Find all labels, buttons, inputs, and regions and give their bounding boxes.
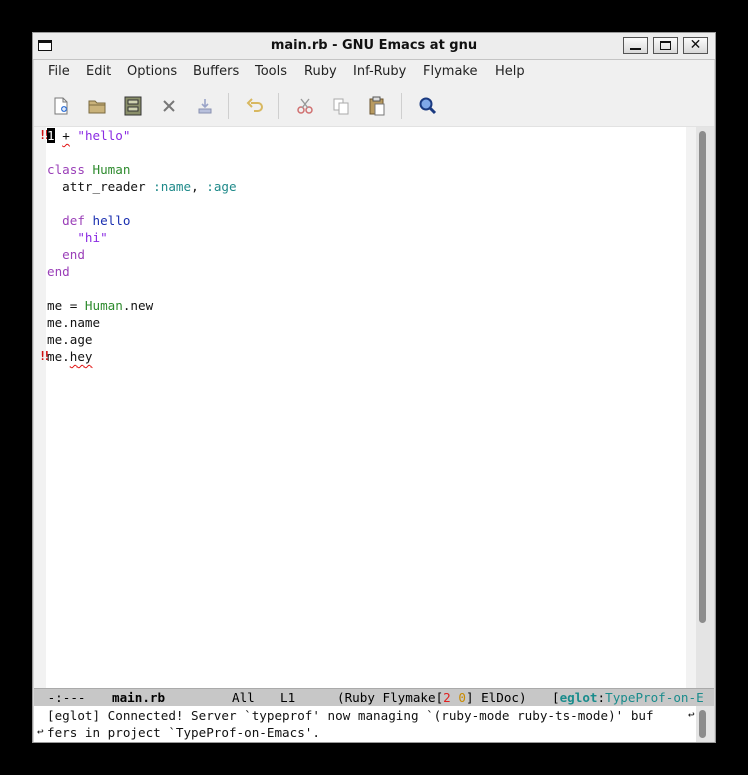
undo-icon[interactable] [245, 96, 265, 116]
window-title: main.rb - GNU Emacs at gnu [270, 38, 478, 53]
code-line: me.hey [47, 349, 93, 364]
toolbar-separator [401, 93, 402, 119]
wrap-right-icon: ↩ [688, 708, 695, 721]
paste-icon[interactable] [367, 96, 387, 116]
text-cursor: 1 [47, 128, 55, 143]
emacs-window: main.rb - GNU Emacs at gnu ✕ File Edit O… [32, 32, 716, 743]
code-line: me = Human.new [47, 298, 154, 313]
code-line: attr_reader :name, :age [47, 179, 237, 194]
menu-ruby[interactable]: Ruby [304, 64, 337, 79]
menu-help[interactable]: Help [495, 64, 525, 79]
code-line: me.age [47, 332, 93, 347]
code-line: me.name [47, 315, 101, 330]
save-as-icon[interactable] [195, 96, 215, 116]
code-line: end [47, 264, 70, 279]
editor-buffer[interactable]: !! 1 + "hello" class Human attr_reader :… [34, 127, 714, 688]
menu-bar: File Edit Options Buffers Tools Ruby Inf… [34, 60, 714, 85]
copy-icon[interactable] [331, 96, 351, 116]
menu-edit[interactable]: Edit [86, 64, 111, 79]
toolbar-separator [278, 93, 279, 119]
modeline-line-number: L1 [280, 690, 296, 705]
menu-buffers[interactable]: Buffers [193, 64, 239, 79]
scrollbar-thumb[interactable] [699, 131, 706, 623]
modeline-position: All [232, 690, 255, 705]
echo-area: [eglot] Connected! Server `typeprof' now… [34, 706, 714, 742]
code-line: end [47, 247, 85, 262]
code-line: class Human [47, 162, 131, 177]
wrap-left-icon: ↩ [37, 725, 44, 738]
code-line: def hello [47, 213, 131, 228]
new-file-icon[interactable] [51, 96, 71, 116]
toolbar-separator [228, 93, 229, 119]
maximize-button[interactable] [653, 37, 678, 54]
echo-scrollbar[interactable] [696, 706, 714, 742]
menu-tools[interactable]: Tools [255, 64, 287, 79]
cut-icon[interactable] [295, 96, 315, 116]
mode-line[interactable]: -:--- main.rb All L1 (Ruby Flymake[2 0] … [34, 688, 714, 706]
vertical-scrollbar[interactable] [696, 127, 714, 688]
modeline-modes[interactable]: (Ruby Flymake[2 0] ElDoc) [337, 689, 527, 706]
menu-flymake[interactable]: Flymake [423, 64, 477, 79]
modeline-eglot[interactable]: [eglot:TypeProf-on-E [552, 689, 704, 706]
menu-options[interactable]: Options [127, 64, 177, 79]
echo-message-line: fers in project `TypeProf-on-Emacs'. [47, 725, 320, 740]
code-line: 1 + "hello" [47, 128, 131, 143]
save-icon[interactable] [123, 96, 143, 116]
left-fringe [34, 127, 46, 688]
right-fringe [686, 127, 696, 688]
modeline-buffer-name[interactable]: main.rb [112, 689, 165, 706]
minimize-button[interactable] [623, 37, 648, 54]
flymake-warning-count: 0 [458, 690, 466, 705]
modeline-status: -:--- [40, 690, 101, 705]
menu-inf-ruby[interactable]: Inf-Ruby [353, 64, 406, 79]
flymake-error-count: 2 [443, 690, 451, 705]
code-line: "hi" [47, 230, 108, 245]
tool-bar [34, 85, 714, 127]
scrollbar-thumb[interactable] [699, 710, 706, 738]
menu-file[interactable]: File [48, 64, 70, 79]
open-folder-icon[interactable] [87, 96, 107, 116]
close-window-button[interactable]: ✕ [683, 37, 708, 54]
title-bar[interactable]: main.rb - GNU Emacs at gnu ✕ [33, 33, 715, 60]
search-icon[interactable] [418, 96, 438, 116]
close-buffer-icon[interactable] [159, 96, 179, 116]
close-icon: ✕ [689, 37, 702, 53]
echo-message-line: [eglot] Connected! Server `typeprof' now… [47, 708, 654, 723]
